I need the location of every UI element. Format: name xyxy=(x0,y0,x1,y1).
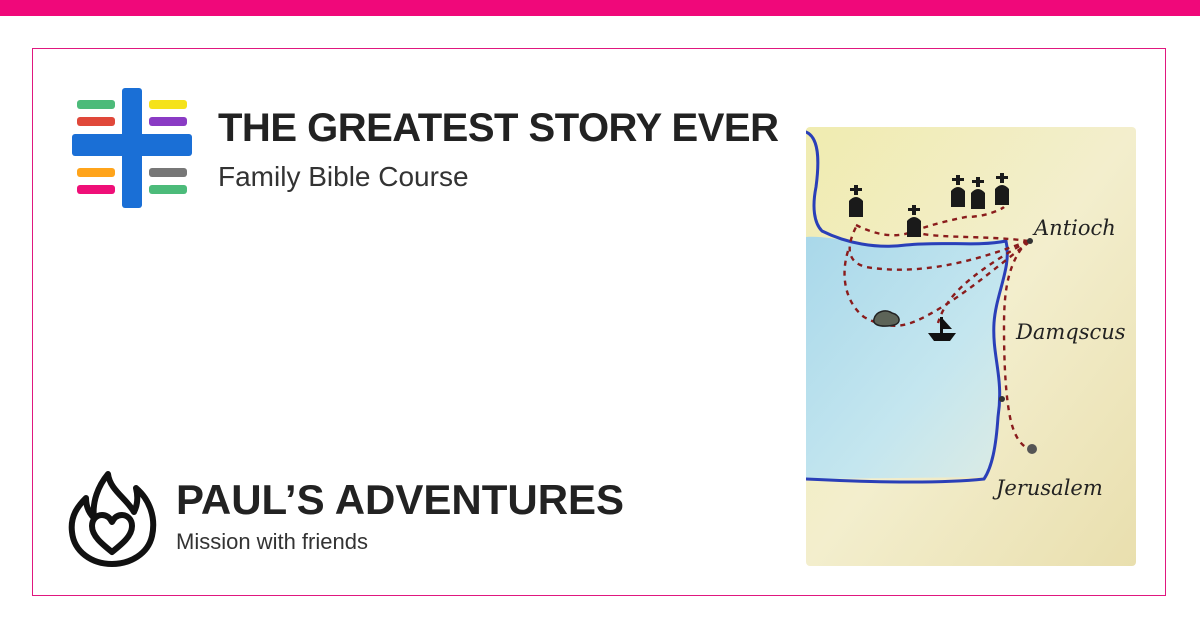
map-label-antioch: Antioch xyxy=(1032,216,1116,240)
cross-lines-logo-icon xyxy=(72,88,192,208)
map-label-jerusalem: Jerusalem xyxy=(992,476,1103,500)
damascus-dot xyxy=(999,396,1005,402)
lesson-title: PAUL’S ADVENTURES xyxy=(176,476,625,523)
lesson-subtitle: Mission with friends xyxy=(176,529,368,554)
brand-subtitle: Family Bible Course xyxy=(218,161,469,192)
jerusalem-dot xyxy=(1027,444,1037,454)
top-accent-bar xyxy=(0,0,1200,16)
journey-map-image: Antioch Damqscus Jerusalem xyxy=(806,127,1136,566)
brand-title: THE GREATEST STORY EVER xyxy=(218,106,779,150)
map-label-damascus: Damqscus xyxy=(1015,320,1126,344)
flame-heart-icon xyxy=(68,471,157,567)
antioch-dot xyxy=(1027,238,1033,244)
